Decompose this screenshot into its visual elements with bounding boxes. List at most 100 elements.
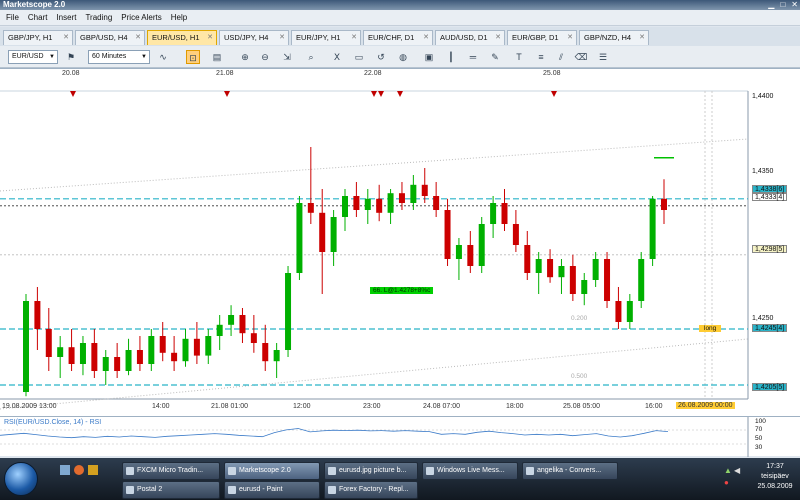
candle-body	[524, 245, 531, 273]
tab-gbpusd-h4[interactable]: GBP/USD, H4 ✕	[75, 30, 145, 45]
symbol-value: EUR/USD	[12, 53, 44, 60]
menu-file[interactable]: File	[6, 13, 19, 22]
tab-gbpnzd-h4[interactable]: GBP/NZD, H4 ✕	[579, 30, 649, 45]
candle-body	[102, 357, 109, 371]
candlestick-chart[interactable]	[0, 69, 800, 417]
data-window-icon[interactable]: ▤	[210, 50, 224, 64]
candle-body	[661, 198, 667, 210]
menu-chart[interactable]: Chart	[28, 13, 48, 22]
candle-body	[478, 224, 485, 266]
image-icon[interactable]: ▣	[422, 50, 436, 64]
close-icon[interactable]: ✕	[423, 31, 429, 45]
time-axis-label: 21.08 01:00	[211, 403, 248, 410]
tab-label: EUR/GBP, D1	[512, 33, 559, 42]
horizontal-line-icon[interactable]: ═	[466, 50, 480, 64]
candle-body	[319, 212, 326, 252]
fibonacci-icon[interactable]: ≡	[534, 50, 548, 64]
globe-icon[interactable]: ◍	[396, 50, 410, 64]
taskbar-item[interactable]: angelika - Convers...	[522, 462, 618, 480]
fit-icon[interactable]: ⇲	[280, 50, 294, 64]
window-controls: ▁ □ ✕	[768, 0, 798, 10]
vertical-line-icon[interactable]: ┃	[444, 50, 458, 64]
close-icon[interactable]: ✕	[63, 31, 69, 45]
menu-trading[interactable]: Trading	[85, 13, 112, 22]
candle-body	[615, 301, 622, 322]
symbol-select[interactable]: EUR/USD ▼	[8, 50, 58, 64]
minimize-icon[interactable]: ▁	[768, 0, 774, 10]
timeframe-select[interactable]: 60 Minutes ▼	[88, 50, 150, 64]
candle-body	[467, 245, 474, 266]
price-tick-label: 1,4350	[752, 168, 774, 175]
close-icon[interactable]: ✕	[207, 31, 213, 45]
close-icon[interactable]: ✕	[135, 31, 141, 45]
candle-body	[114, 357, 121, 371]
menu-insert[interactable]: Insert	[56, 13, 76, 22]
zoom-out-icon[interactable]: ⊖	[258, 50, 272, 64]
tab-eurgbp-d1[interactable]: EUR/GBP, D1 ✕	[507, 30, 577, 45]
app-title: Marketscope 2.0	[3, 0, 66, 9]
close-icon[interactable]: ✕	[495, 31, 501, 45]
event-marker-icon	[70, 91, 76, 97]
tab-usdjpy-h4[interactable]: USD/JPY, H4 ✕	[219, 30, 289, 45]
price-marker: 1,4205[5]	[752, 383, 788, 391]
chart-style-icon[interactable]: ⚑	[64, 50, 78, 64]
alert-icon[interactable]: ●	[724, 478, 729, 487]
quick-launch	[60, 465, 110, 479]
zoom-in-icon[interactable]: ⊕	[238, 50, 252, 64]
trade-annotation[interactable]: 66. L@1.4278+8%c	[370, 287, 434, 294]
candle-body	[182, 338, 189, 362]
text-tool-icon[interactable]: T	[512, 50, 526, 64]
close-icon[interactable]: ✕	[567, 31, 573, 45]
taskbar-item[interactable]: Postal 2	[122, 481, 220, 499]
tab-gbpjpy-h1[interactable]: GBP/JPY, H1 ✕	[3, 30, 73, 45]
tab-label: EUR/CHF, D1	[368, 33, 415, 42]
menu-help[interactable]: Help	[171, 13, 187, 22]
firefox-icon[interactable]	[74, 465, 84, 475]
long-order-label[interactable]: long	[699, 325, 722, 332]
tab-label: AUD/USD, D1	[440, 33, 488, 42]
volume-icon[interactable]: ◀	[734, 466, 740, 475]
taskbar-item[interactable]: FXCM Micro Tradin...	[122, 462, 220, 480]
chart-tabs: GBP/JPY, H1 ✕ GBP/USD, H4 ✕ EUR/USD, H1 ✕ U…	[0, 27, 800, 46]
indicator-icon[interactable]: Ⅹ	[330, 50, 344, 64]
tab-eurchf-d1[interactable]: EUR/CHF, D1 ✕	[363, 30, 433, 45]
ruler-icon[interactable]: ▭	[352, 50, 366, 64]
network-icon[interactable]: ▲	[724, 466, 732, 475]
close-icon[interactable]: ✕	[279, 31, 285, 45]
channel-icon[interactable]: ⫽	[554, 50, 568, 64]
taskbar-item[interactable]: Windows Live Mess...	[422, 462, 518, 480]
start-button[interactable]	[4, 462, 38, 496]
rsi-indicator-panel[interactable]: RSI(EUR/USD.Close, 14) - RSI 100 70 50 3…	[0, 416, 800, 457]
candle-body	[638, 259, 645, 301]
price-chart-panel[interactable]: 20.08 21.08 22.08 25.08 1,4400 1,4350 1,…	[0, 68, 800, 416]
folder-icon[interactable]	[88, 465, 98, 475]
candle-body	[205, 336, 212, 356]
tab-eurjpy-h1[interactable]: EUR/JPY, H1 ✕	[291, 30, 361, 45]
eraser-icon[interactable]: ⌫	[574, 50, 588, 64]
event-marker-icon	[224, 91, 230, 97]
close-icon[interactable]: ✕	[791, 0, 798, 10]
pencil-icon[interactable]: ✎	[488, 50, 502, 64]
tab-audusd-d1[interactable]: AUD/USD, D1 ✕	[435, 30, 505, 45]
candle-body	[193, 338, 200, 356]
taskbar-item[interactable]: eurusd - Paint	[224, 481, 320, 499]
close-icon[interactable]: ✕	[351, 31, 357, 45]
close-icon[interactable]: ✕	[639, 31, 645, 45]
system-clock[interactable]: 17:37 teisipäev 25.08.2009	[752, 462, 798, 492]
candle-body	[364, 198, 371, 210]
chart-type-icon[interactable]: ∿	[156, 50, 170, 64]
chevron-down-icon: ▼	[141, 54, 147, 60]
menu-price-alerts[interactable]: Price Alerts	[121, 13, 161, 22]
tab-eurusd-h1[interactable]: EUR/USD, H1 ✕	[147, 30, 217, 45]
maximize-icon[interactable]: □	[780, 0, 785, 10]
taskbar-item[interactable]: Forex Factory - Repl...	[324, 481, 418, 499]
candle-body	[501, 203, 508, 224]
taskbar-item[interactable]: eurusd.jpg picture b...	[324, 462, 418, 480]
refresh-icon[interactable]: ↺	[374, 50, 388, 64]
rsi-chart[interactable]	[0, 417, 800, 457]
taskbar-item-active[interactable]: Marketscope 2.0	[224, 462, 320, 480]
crosshair-icon[interactable]: ⊡	[186, 50, 200, 64]
search-icon[interactable]: ⌕	[304, 50, 318, 64]
settings-icon[interactable]: ☰	[596, 50, 610, 64]
show-desktop-icon[interactable]	[60, 465, 70, 475]
